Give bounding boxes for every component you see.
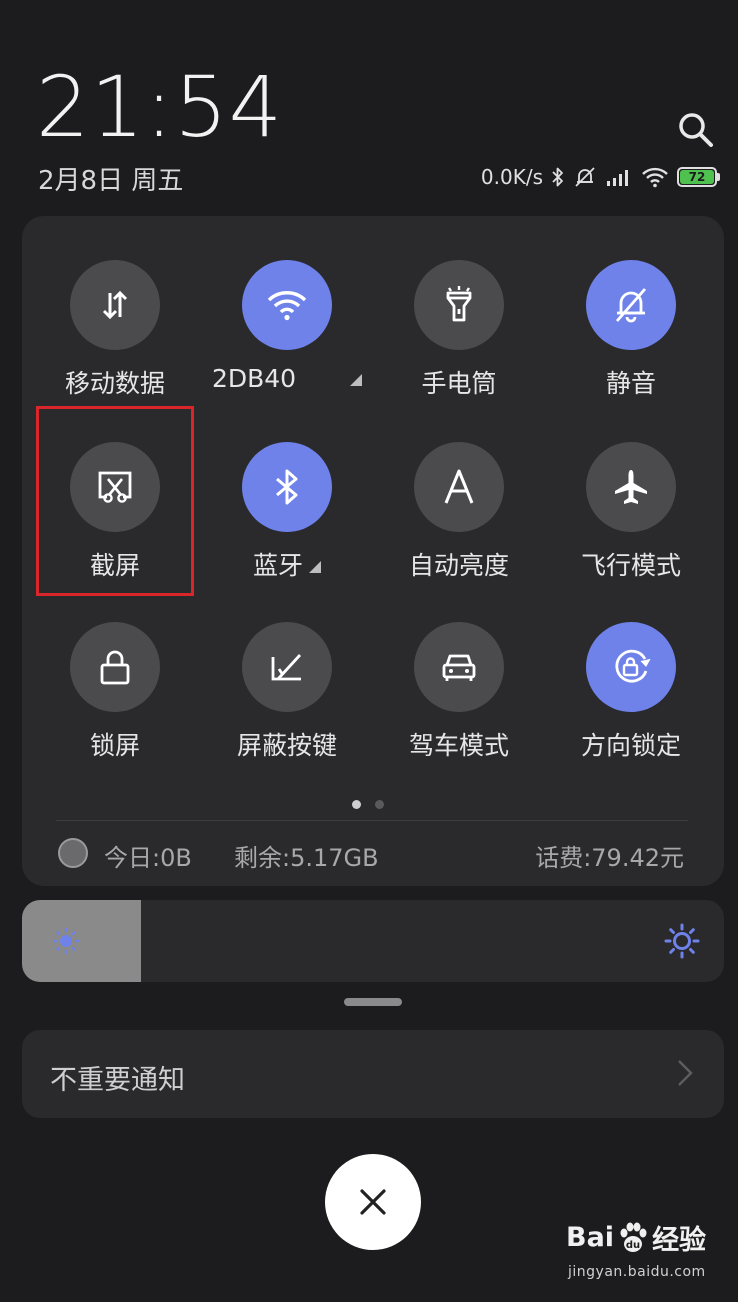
page-indicator [352,800,384,809]
tile-bluetooth[interactable]: 蓝牙 [202,442,372,602]
lock-icon [70,622,160,712]
tile-label: 驾车模式 [408,731,509,760]
bluetooth-icon [242,442,332,532]
expand-arrow-icon[interactable] [350,374,363,386]
watermark-brand-right: 经验 [652,1225,707,1256]
airplane-icon [586,442,676,532]
wifi-icon [641,166,669,188]
tile-label: 飞行模式 [580,551,681,580]
baidu-paw-logo: du [616,1221,650,1255]
tile-label: 2DB40 [202,364,372,393]
highlight-box [36,406,194,596]
tile-airplane[interactable]: 飞行模式 [546,442,716,602]
tile-label: 屏蔽按键 [236,731,337,760]
battery-icon: 72 [677,167,720,187]
clock-time: 21:54 [36,58,284,156]
tile-block-keys[interactable]: 屏蔽按键 [202,622,372,782]
bluetooth-icon [551,166,565,188]
status-bar: 0.0K/s 72 [481,163,720,191]
tile-label: 静音 [605,369,656,398]
tile-label: 方向锁定 [580,731,681,760]
phone-balance: 话费:79.42元 [535,844,684,872]
data-usage-row[interactable]: 今日:0B 剩余:5.17GB 话费:79.42元 [58,836,684,872]
data-usage-ring-icon [58,838,88,868]
drag-handle[interactable] [344,998,402,1006]
watermark-url: jingyan.baidu.com [568,1264,706,1280]
auto-brightness-icon [414,442,504,532]
mobile-data-icon [70,260,160,350]
page-dot-active [352,800,361,809]
watermark-brand-left: Bai [566,1222,615,1253]
signal-icon [605,167,633,187]
wifi-ssid: 2DB40 [211,364,297,393]
brightness-low-icon [52,927,80,959]
clock-date: 2月8日 周五 [38,166,184,196]
net-speed: 0.0K/s [480,165,543,189]
tile-rotation-lock[interactable]: 方向锁定 [546,622,716,782]
mute-icon [573,165,597,189]
tile-label: 锁屏 [89,731,140,760]
page-dot [375,800,384,809]
tile-auto-brightness[interactable]: 自动亮度 [374,442,544,602]
search-icon[interactable] [676,110,716,150]
close-button[interactable] [325,1154,421,1250]
tile-driving-mode[interactable]: 驾车模式 [374,622,544,782]
tile-label: 蓝牙 [202,546,372,582]
data-remaining: 剩余:5.17GB [234,844,379,872]
brightness-fill[interactable] [22,900,142,982]
close-icon [360,1189,386,1215]
mute-bell-icon [586,260,676,350]
tile-wifi[interactable]: 2DB40 [202,260,372,420]
tile-label: 自动亮度 [408,551,509,580]
svg-text:du: du [626,1240,640,1251]
brightness-slider[interactable] [22,900,724,982]
tile-label: 手电筒 [421,369,497,398]
tile-lock-screen[interactable]: 锁屏 [30,622,200,782]
rotation-lock-icon [586,622,676,712]
wifi-icon [242,260,332,350]
chevron-right-icon [676,1058,694,1092]
block-keys-icon [242,622,332,712]
unimportant-notifications[interactable]: 不重要通知 [22,1030,724,1118]
data-today: 今日:0B [104,844,192,872]
baidu-watermark: Bai du 经验 jingyan.baidu.com [566,1218,726,1290]
battery-level: 72 [680,170,714,184]
watermark-brand: Bai du 经验 [566,1218,706,1257]
car-icon [414,622,504,712]
flashlight-icon [414,260,504,350]
expand-arrow-icon[interactable] [309,561,321,573]
brightness-high-icon [664,923,700,963]
notification-group-label: 不重要通知 [50,1065,185,1096]
tile-mobile-data[interactable]: 移动数据 [30,260,200,420]
tile-flashlight[interactable]: 手电筒 [374,260,544,420]
tile-label: 移动数据 [64,369,165,398]
bluetooth-label: 蓝牙 [252,551,303,580]
divider [56,820,688,821]
tile-mute[interactable]: 静音 [546,260,716,420]
